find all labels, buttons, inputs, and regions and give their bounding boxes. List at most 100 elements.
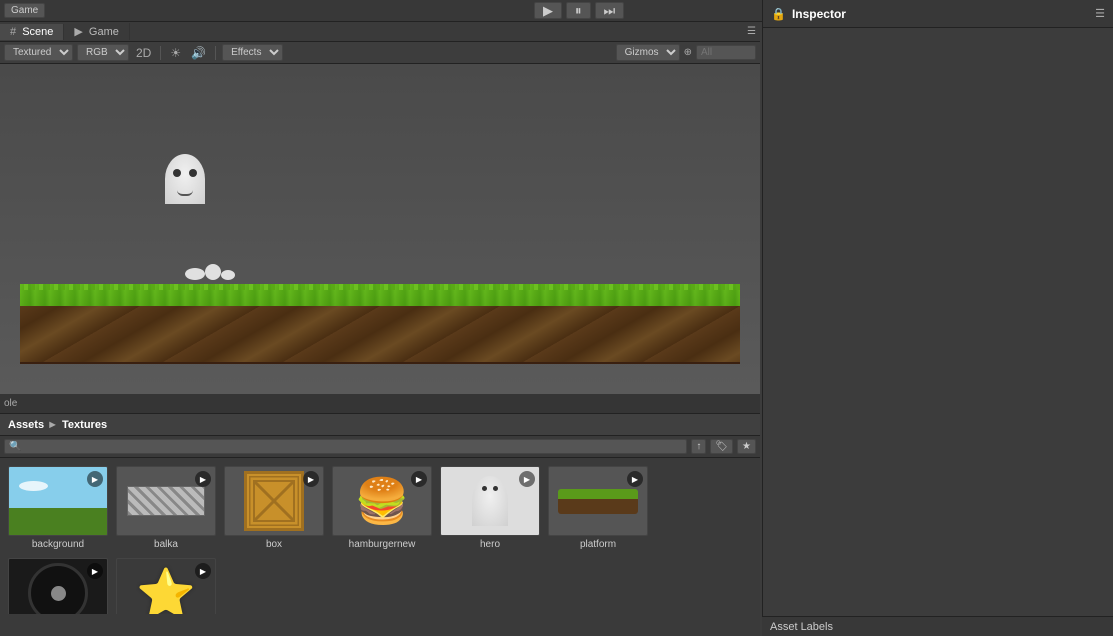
lock-icon[interactable]: 🔒 [771, 7, 786, 21]
asset-item-box[interactable]: ▶ box [224, 466, 324, 550]
ghost-eye-left [173, 169, 181, 177]
inspector-panel: 🔒 Inspector ☰ [762, 0, 1113, 630]
gizmos-search-input[interactable] [696, 45, 756, 60]
bg-cloud1 [19, 481, 48, 491]
tab-scene[interactable]: # Scene [0, 24, 64, 40]
asset-labels-text: Asset Labels [770, 621, 833, 633]
bg-ground [9, 515, 107, 535]
game-object-btn[interactable]: Game [4, 3, 45, 18]
inspector-header: 🔒 Inspector ☰ [763, 0, 1113, 28]
scene-background [0, 64, 760, 394]
asset-item-balka[interactable]: ▶ balka [116, 466, 216, 550]
asset-label-background: background [32, 539, 84, 550]
inspector-title: Inspector [792, 7, 846, 21]
ghost-eye-right [189, 169, 197, 177]
asset-item-hamburger[interactable]: 🍔 ▶ hamburgernew [332, 466, 432, 550]
game-tab-icon: ▶ [74, 26, 82, 38]
play-overlay-saw[interactable]: ▶ [87, 563, 103, 579]
play-overlay-star[interactable]: ▶ [195, 563, 211, 579]
asset-search-input[interactable] [4, 439, 687, 454]
textured-dropdown[interactable]: Textured [4, 44, 73, 61]
play-overlay-hero[interactable]: ▶ [519, 471, 535, 487]
asset-thumb-background: ▶ [8, 466, 108, 536]
scene-toolbar: Textured RGB 2D ☀ 🔊 Effects Gizmos ⊕ [0, 42, 760, 64]
inspector-content [763, 28, 1113, 630]
saw-center [51, 586, 66, 601]
tab-scene-label: Scene [22, 26, 53, 38]
asset-thumb-box: ▶ [224, 466, 324, 536]
asset-thumb-platform: ▶ [548, 466, 648, 536]
play-overlay-platform[interactable]: ▶ [627, 471, 643, 487]
tab-game-label: Game [89, 26, 119, 38]
tabs-row: # Scene ▶ Game ☰ [0, 22, 760, 42]
cloud-part-left [185, 268, 205, 280]
ghost-mouth [177, 190, 193, 196]
saw-preview [28, 563, 88, 614]
asset-item-hero[interactable]: ▶ hero [440, 466, 540, 550]
panel-options-icon[interactable]: ☰ [743, 26, 760, 37]
play-button[interactable]: ▶ [534, 2, 562, 19]
sun-icon[interactable]: ☀ [167, 46, 184, 60]
box-preview [244, 471, 304, 531]
pause-button[interactable]: ⏸ [566, 2, 591, 19]
search-row: ↑ 🏷 ★ [0, 436, 760, 458]
console-label: ole [4, 398, 17, 409]
platform-body [20, 284, 740, 364]
asset-thumb-hamburger: 🍔 ▶ [332, 466, 432, 536]
cloud-object [185, 264, 235, 280]
asset-label-balka: balka [154, 539, 178, 550]
platform-dirt [20, 306, 740, 364]
play-overlay-background[interactable]: ▶ [87, 471, 103, 487]
console-bar: ole [0, 394, 760, 414]
asset-thumb-balka: ▶ [116, 466, 216, 536]
cloud-part-center [205, 264, 221, 280]
hero-preview [472, 476, 508, 526]
separator-2 [215, 46, 216, 60]
tag-btn[interactable]: 🏷 [710, 439, 733, 454]
asset-label-hero: hero [480, 539, 500, 550]
asset-labels-bar: Asset Labels [762, 616, 1113, 636]
rgb-dropdown[interactable]: RGB [77, 44, 129, 61]
burger-preview: 🍔 [355, 475, 410, 527]
play-controls: ▶ ⏸ ⏭ [534, 2, 624, 19]
asset-thumb-star: ⭐ ▶ [116, 558, 216, 614]
grass-tufts [20, 284, 740, 290]
breadcrumb-root: Assets ► [8, 419, 58, 431]
asset-label-box: box [266, 539, 282, 550]
balka-preview [127, 486, 205, 516]
play-overlay-hamburger[interactable]: ▶ [411, 471, 427, 487]
hero-eye-left [482, 486, 487, 491]
platform-object [20, 284, 740, 364]
play-overlay-balka[interactable]: ▶ [195, 471, 211, 487]
cloud-part-right [221, 270, 235, 280]
box-svg [249, 476, 299, 526]
2d-button[interactable]: 2D [133, 46, 154, 60]
audio-icon[interactable]: 🔊 [188, 46, 209, 60]
separator-1 [160, 46, 161, 60]
play-overlay-box[interactable]: ▶ [303, 471, 319, 487]
asset-item-platform[interactable]: ▶ platform [548, 466, 648, 550]
star-preview: ⭐ [136, 565, 196, 615]
scene-viewport [0, 64, 760, 394]
favorite-btn[interactable]: ★ [737, 439, 756, 454]
asset-item-saw[interactable]: ▶ saw 1 [8, 558, 108, 614]
asset-thumb-hero: ▶ [440, 466, 540, 536]
ghost-body [165, 154, 205, 204]
tab-game[interactable]: ▶ Game [64, 23, 130, 40]
ghost-eyes [173, 169, 197, 177]
hero-preview-eyes [482, 486, 498, 491]
refresh-btn[interactable]: ↑ [691, 439, 706, 454]
effects-dropdown[interactable]: Effects [222, 44, 283, 61]
asset-item-star[interactable]: ⭐ ▶ [116, 558, 216, 614]
gizmos-dropdown[interactable]: Gizmos [616, 44, 680, 61]
asset-thumb-saw: ▶ [8, 558, 108, 614]
bottom-panel: ole Assets ► Textures ↑ 🏷 ★ ▶ background [0, 394, 760, 636]
ghost-character [165, 154, 210, 219]
asset-label-hamburger: hamburgernew [349, 539, 416, 550]
search-icon: ⊕ [684, 47, 692, 58]
hero-eye-right [493, 486, 498, 491]
step-button[interactable]: ⏭ [595, 2, 625, 19]
inspector-menu-icon[interactable]: ☰ [1095, 7, 1105, 20]
platform-preview [558, 489, 638, 514]
asset-item-background[interactable]: ▶ background [8, 466, 108, 550]
